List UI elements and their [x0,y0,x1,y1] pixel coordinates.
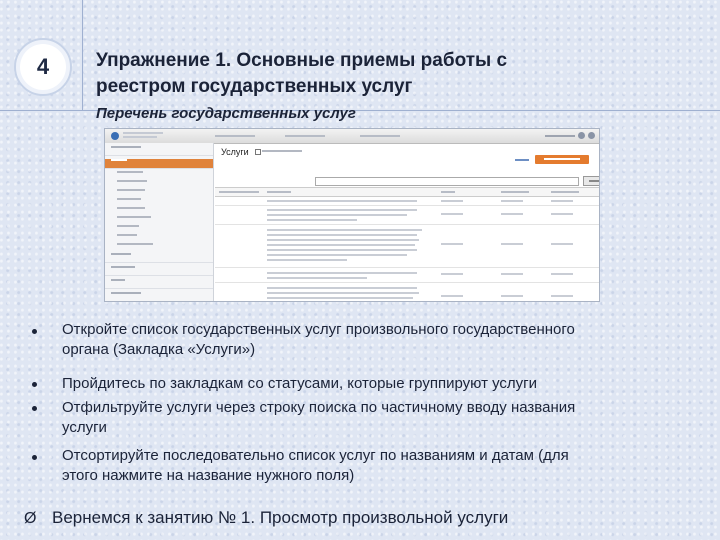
screenshot-tab-3 [360,135,400,137]
sidebar-item-1 [105,146,213,156]
screenshot-search-input [315,177,579,186]
bullet-2: Пройдитесь по закладкам со статусами, ко… [62,374,702,394]
slide-subtitle: Перечень государственных услуг [96,105,356,122]
table-row [215,206,599,225]
bullet-4-line-1: Отсортируйте последовательно список услу… [62,447,569,464]
table-row [215,283,599,301]
sidebar-sub-9 [105,243,213,250]
screenshot-checkbox-label [262,150,302,152]
slide-title-line-1: Упражнение 1. Основные приемы работы с [96,50,508,71]
bullet-3-line-2: услуги [62,419,107,436]
screenshot-help-icon [588,132,595,139]
sidebar-sub-5 [105,207,213,214]
slide-number-badge: 4 [14,38,72,96]
screenshot-link [515,159,529,161]
bullet-dot [32,406,37,411]
screenshot-table [215,187,599,301]
frame-line-vertical [82,0,83,110]
portal-logo-icon [111,132,119,140]
portal-brand-blur [123,131,173,138]
slide-title-line-2: реестром государственных услуг [96,76,413,97]
sidebar-item-services [105,159,213,169]
bullet-3: Отфильтруйте услуги через строку поиска … [62,398,702,438]
bullet-4-line-2: этого нажмите на название нужного поля) [62,467,355,484]
sidebar-sub-3 [105,189,213,196]
sidebar-sub-2 [105,180,213,187]
table-row [215,197,599,206]
sidebar-sub-8 [105,234,213,241]
screenshot-main: Услуги [215,143,599,301]
screenshot-user-name [545,135,575,137]
screenshot-checkbox [255,149,261,155]
screenshot-table-header [215,187,599,197]
sidebar-item-5 [105,292,213,301]
screenshot-heading: Услуги [221,147,249,157]
table-row [215,268,599,283]
sidebar-sub-6 [105,216,213,223]
bullet-3-line-1: Отфильтруйте услуги через строку поиска … [62,399,576,416]
screenshot-find-button [583,176,599,186]
screenshot-header [105,129,599,144]
bullet-dot [32,455,37,460]
sidebar-sub-4 [105,198,213,205]
screenshot-settings-icon [578,132,585,139]
bullet-1-line-2: органа (Закладка «Услуги») [62,341,256,358]
bullet-2-line-1: Пройдитесь по закладкам со статусами, ко… [62,375,538,392]
bullet-dot [32,382,37,387]
footer-text: Вернемся к занятию № 1. Просмотр произво… [52,508,509,527]
slide-title: Упражнение 1. Основные приемы работы с р… [96,48,696,100]
sidebar-item-3 [105,266,213,276]
screenshot-sidebar [105,143,214,301]
bullet-4: Отсортируйте последовательно список услу… [62,446,702,486]
bullet-dot [32,329,37,334]
bullet-1: Откройте список государственных услуг пр… [62,320,702,360]
screenshot-tab-2 [285,135,325,137]
registry-screenshot: Услуги [104,128,600,302]
screenshot-add-button [535,155,589,164]
bullet-1-line-1: Откройте список государственных услуг пр… [62,321,575,338]
sidebar-item-2 [105,253,213,263]
sidebar-sub-7 [105,225,213,232]
sidebar-sub-1 [105,171,213,178]
screenshot-tab-1 [215,135,255,137]
arrow-bullet-icon: Ø [24,510,37,527]
table-row [215,225,599,268]
sidebar-item-4 [105,279,213,289]
